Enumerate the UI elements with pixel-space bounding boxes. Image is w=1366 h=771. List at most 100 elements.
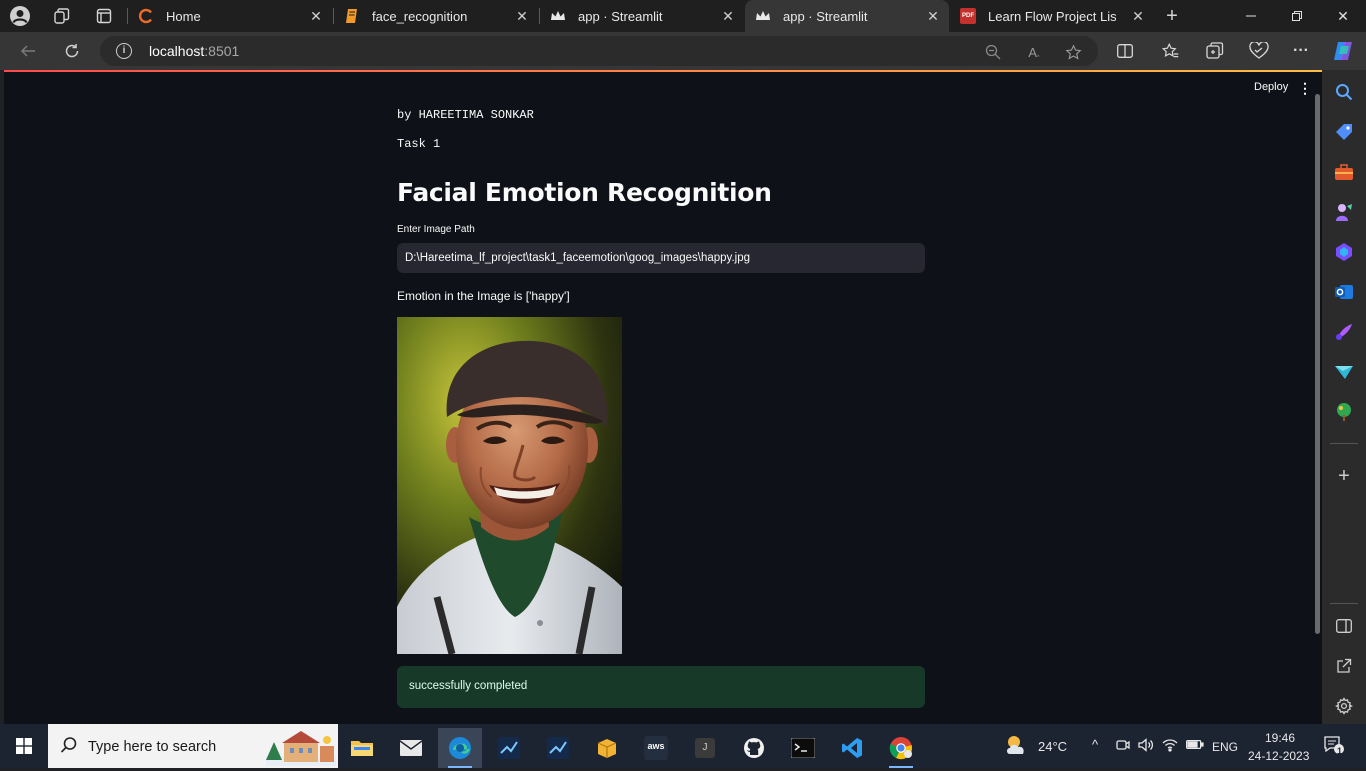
url-text: localhost:8501 xyxy=(149,43,240,59)
search-placeholder: Type here to search xyxy=(88,739,217,755)
result-face-image xyxy=(397,317,622,654)
winter-village-illustration-icon xyxy=(266,728,336,766)
tools-briefcase-icon[interactable] xyxy=(1332,160,1356,184)
outlook-icon[interactable] xyxy=(1332,280,1356,304)
browser-tab-bar: Home ✕ face_recognition ✕ app · Streamli… xyxy=(0,0,1366,32)
browser-toolbar: i localhost:8501 Aꞈ ··· xyxy=(0,32,1366,70)
terminal-icon[interactable] xyxy=(781,728,825,768)
split-screen-icon[interactable] xyxy=(1114,40,1136,62)
windows-start-icon[interactable] xyxy=(0,724,48,768)
wifi-icon[interactable] xyxy=(1162,738,1178,755)
language-indicator[interactable]: ENG xyxy=(1212,740,1238,754)
back-arrow-icon[interactable] xyxy=(14,37,42,65)
success-alert: successfully completed xyxy=(397,666,925,708)
tab-label: Home xyxy=(166,8,201,24)
c-ring-icon xyxy=(138,8,154,24)
header-decoration-bar xyxy=(4,70,1322,72)
tab-label: face_recognition xyxy=(372,8,468,24)
tab-label: app · Streamlit xyxy=(783,8,868,24)
games-icon[interactable] xyxy=(1332,200,1356,224)
search-icon xyxy=(60,736,80,756)
mail-icon[interactable] xyxy=(389,728,433,768)
image-path-input[interactable] xyxy=(397,243,925,273)
tab-label: Learn Flow Project List .pdf xyxy=(988,8,1116,24)
designer-icon[interactable] xyxy=(1332,320,1356,344)
tab-actions-icon[interactable] xyxy=(92,4,116,28)
battery-icon[interactable] xyxy=(1186,739,1204,753)
sidebar-layout-icon[interactable] xyxy=(1332,614,1356,638)
tab-streamlit-1[interactable]: app · Streamlit ✕ xyxy=(540,0,744,32)
streamlit-crown-icon xyxy=(755,8,771,24)
workspaces-icon[interactable] xyxy=(50,4,74,28)
tab-streamlit-active[interactable]: app · Streamlit ✕ xyxy=(745,0,949,32)
jupyter-icon[interactable]: J xyxy=(683,728,727,768)
chrome-icon[interactable] xyxy=(879,728,923,768)
site-info-icon[interactable]: i xyxy=(116,43,132,59)
aws-icon[interactable]: aws xyxy=(634,728,678,768)
emotion-result-text: Emotion in the Image is ['happy'] xyxy=(397,289,570,303)
tab-label: app · Streamlit xyxy=(578,8,663,24)
favorites-icon[interactable] xyxy=(1159,40,1181,62)
graph-app-2-icon[interactable] xyxy=(536,728,580,768)
weather-temperature[interactable]: 24°C xyxy=(1038,739,1067,754)
graph-app-icon[interactable] xyxy=(487,728,531,768)
profile-icon[interactable] xyxy=(8,4,32,28)
taskbar-search-box[interactable]: Type here to search xyxy=(48,724,338,768)
clock-time[interactable]: 19:46 xyxy=(1265,731,1295,745)
new-tab-icon[interactable]: + xyxy=(1160,4,1184,28)
minimize-icon[interactable] xyxy=(1228,0,1274,32)
vscode-icon[interactable] xyxy=(830,728,874,768)
volume-icon[interactable] xyxy=(1138,738,1154,755)
notification-count: 1 xyxy=(1337,746,1343,756)
edge-sidebar: + xyxy=(1322,70,1366,724)
collections-icon[interactable] xyxy=(1204,40,1226,62)
tab-pdf[interactable]: PDF Learn Flow Project List .pdf ✕ xyxy=(950,0,1154,32)
close-icon[interactable]: ✕ xyxy=(720,8,736,24)
meet-now-icon[interactable] xyxy=(1116,738,1130,755)
edge-taskbar-icon[interactable] xyxy=(438,728,482,768)
main-menu-icon[interactable]: ⋮ xyxy=(1298,80,1312,96)
external-open-icon[interactable] xyxy=(1332,654,1356,678)
windows-taskbar: Type here to search aws J 24°C ^ ENG 19:… xyxy=(0,724,1366,768)
copilot-icon[interactable] xyxy=(1332,40,1354,62)
github-icon[interactable] xyxy=(732,728,776,768)
pdf-icon: PDF xyxy=(960,8,976,24)
shopping-tag-icon[interactable] xyxy=(1332,120,1356,144)
microsoft-365-icon[interactable] xyxy=(1332,240,1356,264)
address-bar[interactable]: i localhost:8501 Aꞈ xyxy=(100,36,1098,66)
sidebar-divider xyxy=(1330,443,1358,444)
tab-home[interactable]: Home ✕ xyxy=(128,0,332,32)
streamlit-app-page: Deploy ⋮ by HAREETIMA SONKAR Task 1 Faci… xyxy=(4,70,1322,724)
add-icon[interactable]: + xyxy=(1332,464,1356,488)
send-plane-icon[interactable] xyxy=(1332,360,1356,384)
read-aloud-icon[interactable]: Aꞈ xyxy=(1025,43,1043,61)
refresh-icon[interactable] xyxy=(58,37,86,65)
tab-face-recognition[interactable]: face_recognition ✕ xyxy=(334,0,538,32)
file-explorer-icon[interactable] xyxy=(340,728,384,768)
clock-date[interactable]: 24-12-2023 xyxy=(1248,749,1309,763)
image-path-label: Enter Image Path xyxy=(397,224,475,235)
close-icon[interactable]: ✕ xyxy=(514,8,530,24)
task-label: Task 1 xyxy=(397,137,441,151)
settings-gear-icon[interactable] xyxy=(1332,694,1356,718)
restore-icon[interactable] xyxy=(1274,0,1320,32)
close-icon[interactable]: ✕ xyxy=(925,8,941,24)
zoom-out-icon[interactable] xyxy=(984,43,1002,61)
notebook-icon xyxy=(344,8,360,24)
scrollbar[interactable] xyxy=(1315,94,1320,634)
more-options-icon[interactable]: ··· xyxy=(1290,40,1312,62)
favorite-star-icon[interactable] xyxy=(1064,43,1082,61)
author-byline: by HAREETIMA SONKAR xyxy=(397,108,534,122)
tree-icon[interactable] xyxy=(1332,400,1356,424)
package-box-icon[interactable] xyxy=(585,728,629,768)
success-message: successfully completed xyxy=(409,680,528,692)
browser-essentials-icon[interactable] xyxy=(1248,40,1270,62)
sidebar-divider xyxy=(1330,603,1358,604)
close-icon[interactable]: ✕ xyxy=(1130,8,1146,24)
weather-icon[interactable] xyxy=(1004,734,1030,761)
search-icon[interactable] xyxy=(1332,80,1356,104)
chevron-up-icon[interactable]: ^ xyxy=(1092,737,1098,752)
deploy-button[interactable]: Deploy xyxy=(1254,81,1288,93)
close-window-icon[interactable]: ✕ xyxy=(1320,0,1366,32)
close-icon[interactable]: ✕ xyxy=(308,8,324,24)
